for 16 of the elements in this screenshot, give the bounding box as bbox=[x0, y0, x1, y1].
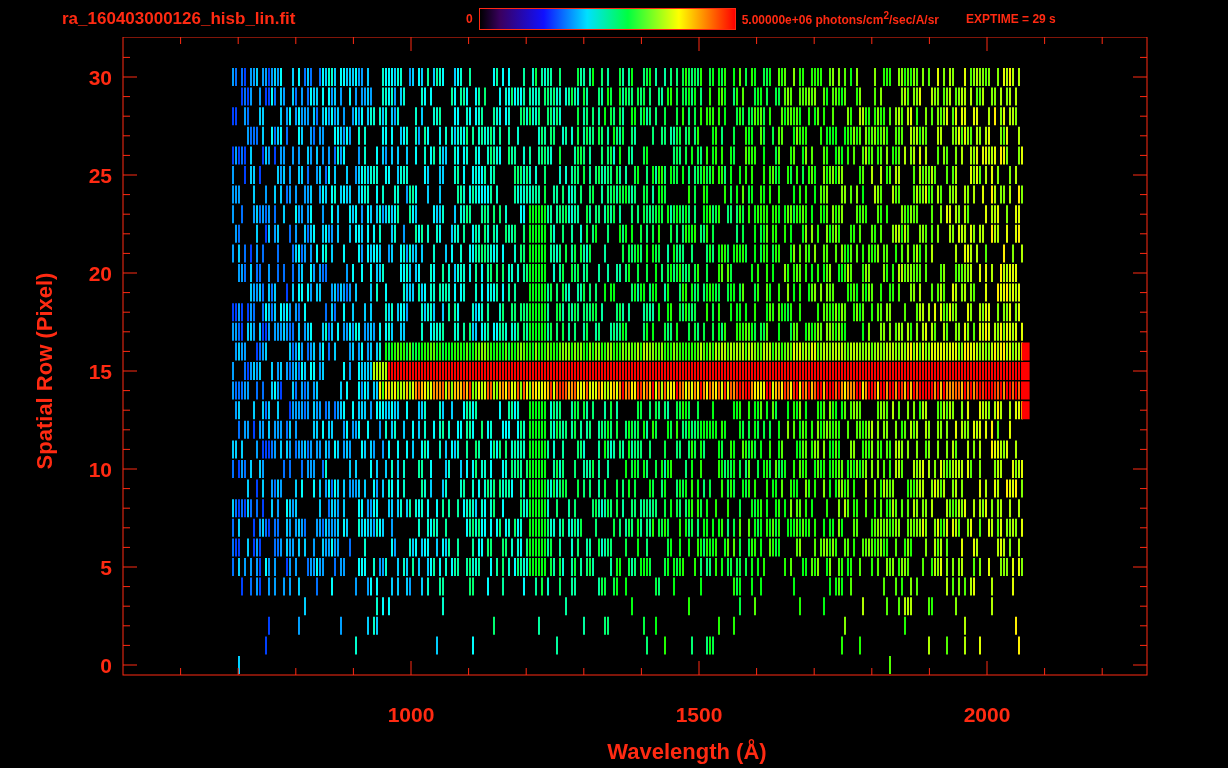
x-tick-label: 2000 bbox=[963, 703, 1011, 726]
y-axis-title: Spatial Row (Pixel) bbox=[32, 272, 57, 470]
x-axis-title: Wavelength (Å) bbox=[607, 739, 767, 764]
x-tick-label: 1000 bbox=[387, 703, 435, 726]
y-tick-label: 25 bbox=[88, 164, 112, 187]
x-tick-label: 1500 bbox=[675, 703, 723, 726]
colorbar-min-label: 0 bbox=[466, 11, 473, 26]
y-tick-label: 20 bbox=[88, 262, 112, 285]
y-tick-label: 30 bbox=[88, 66, 112, 89]
y-tick-label: 10 bbox=[88, 458, 112, 481]
exposure-time: EXPTIME = 29 s bbox=[966, 11, 1056, 26]
file-title: ra_160403000126_hisb_lin.fit bbox=[62, 8, 297, 29]
y-tick-label: 15 bbox=[88, 360, 112, 383]
y-tick-label: 0 bbox=[100, 654, 112, 677]
y-tick-label: 5 bbox=[100, 556, 112, 579]
colorbar-max-label: 5.00000e+06 photons/cm$^{2}$/sec/A/sr bbox=[741, 10, 940, 27]
